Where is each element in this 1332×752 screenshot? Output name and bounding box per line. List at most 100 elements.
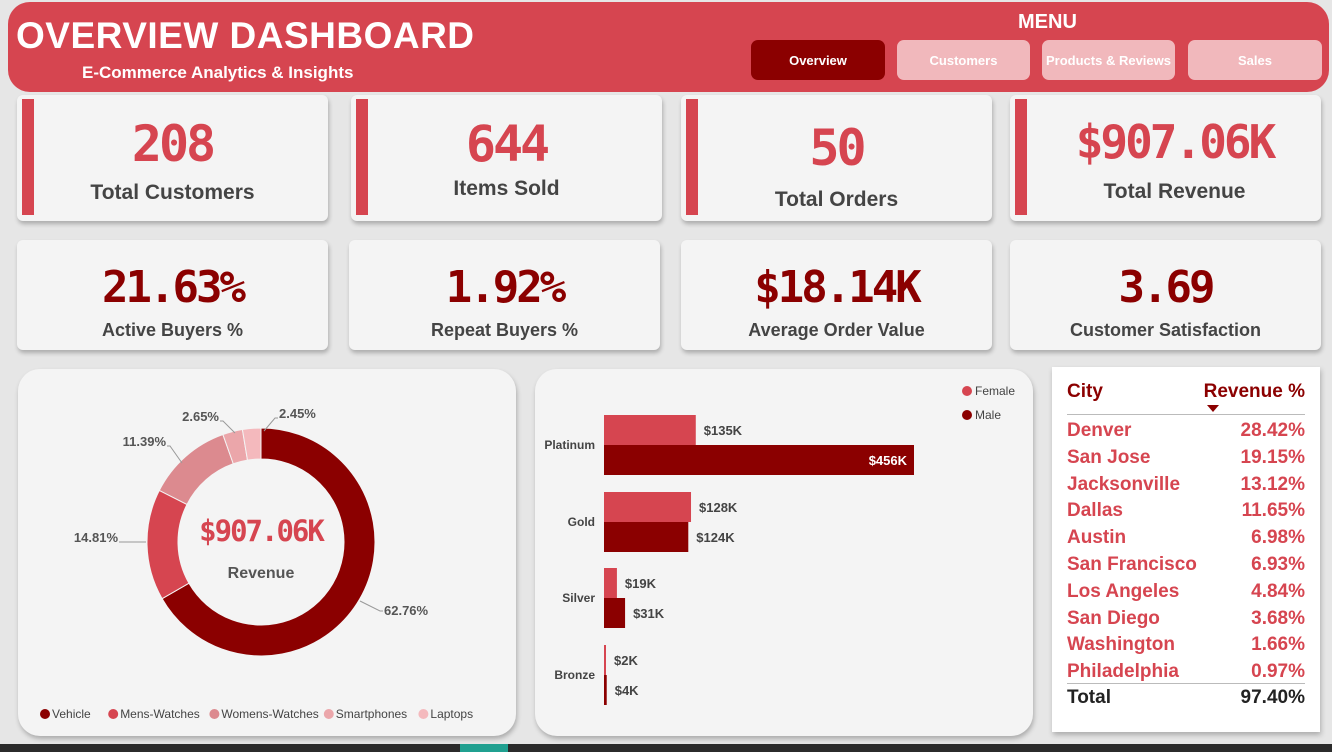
- city-name: Dallas: [1067, 500, 1123, 522]
- donut-leader-line: [359, 600, 383, 612]
- table-row[interactable]: San Diego 3.68%: [1067, 608, 1305, 634]
- revenue-donut-chart: 62.76% 14.81% 11.39% 2.65% 2.45% $907.06K Reve…: [40, 406, 473, 721]
- kpi-value: 208: [131, 115, 216, 173]
- category-label: Bronze: [554, 668, 595, 682]
- total-label: Total: [1067, 687, 1111, 708]
- legend-label: Male: [975, 408, 1001, 422]
- category-label: Platinum: [544, 438, 595, 452]
- table-row[interactable]: San Jose 19.15%: [1067, 447, 1305, 473]
- bar-bronze-female[interactable]: [604, 645, 606, 675]
- city-name: Jacksonville: [1067, 473, 1181, 495]
- bar-data-label: $124K: [696, 530, 735, 545]
- category-label: Gold: [568, 515, 595, 529]
- nav-customers-button[interactable]: Customers: [897, 40, 1030, 80]
- sort-desc-icon[interactable]: [1207, 405, 1219, 413]
- legend-item-smartphones[interactable]: Smartphones: [323, 707, 407, 721]
- kpi-label: Active Buyers %: [101, 320, 244, 340]
- kpi-items-sold: 644 Items Sold: [351, 95, 662, 221]
- kpi-total-orders: 50 Total Orders: [681, 95, 992, 221]
- bar-gold-female[interactable]: [604, 492, 692, 522]
- city-revenue-pct: 4.84%: [1251, 580, 1305, 602]
- donut-leader-line: [167, 445, 183, 464]
- legend-label: Female: [975, 384, 1015, 398]
- city-revenue-pct: 19.15%: [1240, 446, 1305, 468]
- legend-item-womens-watches[interactable]: Womens-Watches: [209, 707, 319, 721]
- bar-data-label: $128K: [699, 500, 738, 515]
- city-name: San Diego: [1067, 607, 1160, 629]
- donut-data-label: 14.81%: [74, 530, 119, 545]
- table-row[interactable]: Los Angeles 4.84%: [1067, 581, 1305, 607]
- bar-platinum-female[interactable]: [604, 415, 696, 445]
- bar-bronze-male[interactable]: [604, 675, 607, 705]
- category-label: Silver: [562, 591, 595, 605]
- nav-sales-button[interactable]: Sales: [1188, 40, 1322, 80]
- legend-label: Smartphones: [336, 707, 407, 721]
- legend-marker: [962, 410, 972, 420]
- bar-data-label: $2K: [614, 653, 638, 668]
- donut-center-value: $907.06K: [199, 514, 325, 548]
- legend-item-male[interactable]: Male: [962, 408, 1001, 422]
- table-row[interactable]: Denver 28.42%: [1067, 420, 1305, 446]
- city-revenue-pct: 0.97%: [1251, 661, 1305, 683]
- bar-silver-male[interactable]: [604, 598, 626, 628]
- table-row[interactable]: Jacksonville 13.12%: [1067, 474, 1305, 500]
- bar-data-label: $456K: [869, 453, 908, 468]
- kpi-value: $907.06K: [1075, 115, 1277, 169]
- revenue-donut-panel: 62.76% 14.81% 11.39% 2.65% 2.45% $907.06K Reve…: [18, 369, 516, 736]
- bar-platinum-male[interactable]: [604, 445, 914, 475]
- bar-data-label: $135K: [704, 423, 743, 438]
- city-revenue-table: City Revenue % Denver 28.42% San Jose 19.15…: [1052, 367, 1320, 732]
- kpi-total-customers: 208 Total Customers: [17, 95, 328, 221]
- donut-data-label: 11.39%: [123, 434, 167, 449]
- donut-slice-womens-watches[interactable]: [158, 433, 234, 506]
- bar-data-label: $4K: [615, 683, 639, 698]
- kpi-label: Total Customers: [90, 181, 255, 204]
- taskbar: [0, 744, 1332, 752]
- bar-silver-female[interactable]: [604, 568, 617, 598]
- legend-marker: [418, 709, 429, 719]
- kpi-customer-satisfaction: 3.69 Customer Satisfaction: [1010, 240, 1321, 350]
- kpi-label: Total Orders: [774, 188, 899, 211]
- legend-marker: [108, 709, 119, 719]
- legend-item-vehicle[interactable]: Vehicle: [40, 707, 91, 721]
- legend-marker: [962, 386, 972, 396]
- bar-gold-male[interactable]: [604, 522, 689, 552]
- table-row[interactable]: San Francisco 6.93%: [1067, 554, 1305, 580]
- legend-item-female[interactable]: Female: [962, 384, 1015, 398]
- nav-overview-button[interactable]: Overview: [751, 40, 885, 80]
- legend-item-mens-watches[interactable]: Mens-Watches: [108, 707, 200, 721]
- page-title: OVERVIEW DASHBOARD: [16, 15, 475, 56]
- page-subtitle: E-Commerce Analytics & Insights: [82, 63, 354, 82]
- kpi-value: 644: [465, 115, 550, 173]
- legend-label: Vehicle: [52, 707, 91, 721]
- table-row[interactable]: Washington 1.66%: [1067, 634, 1305, 660]
- column-header-revenue[interactable]: Revenue %: [1204, 381, 1305, 403]
- city-name: Washington: [1067, 634, 1175, 656]
- city-revenue-pct: 6.98%: [1251, 527, 1305, 549]
- bar-data-label: $31K: [633, 606, 665, 621]
- kpi-total-revenue: $907.06K Total Revenue: [1010, 95, 1321, 221]
- kpi-average-order-value: $18.14K Average Order Value: [681, 240, 992, 350]
- total-value: 97.40%: [1240, 687, 1305, 708]
- kpi-label: Items Sold: [453, 177, 560, 200]
- tier-gender-bar-chart: Platinum $135K $456K Gold $128K $124K Silver $1…: [544, 384, 1015, 705]
- bar-data-label: $19K: [625, 576, 657, 591]
- kpi-label: Customer Satisfaction: [1069, 320, 1262, 340]
- legend-marker: [209, 709, 220, 719]
- kpi-value: 21.63%: [102, 262, 246, 313]
- kpi-active-buyers: 21.63% Active Buyers %: [17, 240, 328, 350]
- active-page-tab[interactable]: [460, 744, 508, 752]
- legend-label: Mens-Watches: [120, 707, 200, 721]
- table-row[interactable]: Dallas 11.65%: [1067, 500, 1305, 526]
- nav-products-reviews-button[interactable]: Products & Reviews: [1042, 40, 1175, 80]
- kpi-label: Average Order Value: [748, 320, 925, 340]
- legend-item-laptops[interactable]: Laptops: [418, 707, 473, 721]
- kpi-value: $18.14K: [754, 262, 921, 313]
- kpi-label: Total Revenue: [1103, 180, 1246, 203]
- donut-leader-line: [220, 420, 236, 434]
- donut-slice-mens-watches[interactable]: [146, 489, 190, 600]
- city-revenue-pct: 11.65%: [1241, 500, 1305, 522]
- table-row[interactable]: Austin 6.98%: [1067, 527, 1305, 553]
- column-header-city[interactable]: City: [1067, 381, 1103, 403]
- city-revenue-pct: 1.66%: [1251, 634, 1305, 656]
